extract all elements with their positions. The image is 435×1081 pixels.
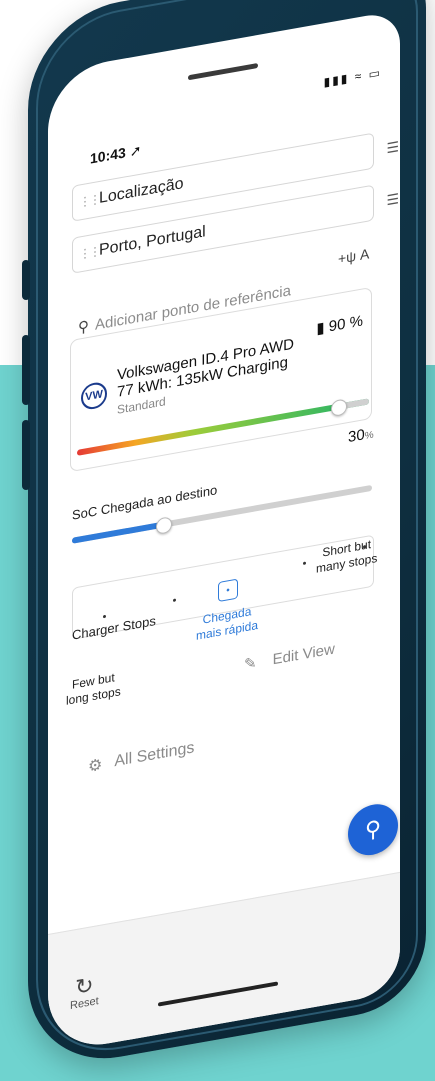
battery-level: ▮ 90 % [316, 312, 363, 338]
edit-view-label: Edit View [272, 639, 335, 668]
status-icons: ▮▮▮ ≈ ▭ [323, 65, 382, 90]
battery-icon: ▮ [316, 319, 325, 338]
plan-route-fab[interactable]: ⚲ [348, 800, 398, 860]
soc-slider-fill [72, 521, 162, 544]
tune-icon[interactable]: ☰ [386, 190, 399, 209]
status-time: 10:43 ➚ [90, 141, 142, 167]
add-food-stop-icon[interactable]: +ψ A [338, 245, 369, 267]
start-location-text: Localização [99, 175, 184, 208]
edit-view-button[interactable]: ✎ Edit View [244, 639, 335, 674]
few-long-stops-label: Few but long stops [66, 670, 121, 708]
route-pin-icon: ⚲ [364, 815, 382, 844]
soc-slider-thumb[interactable] [156, 516, 172, 535]
stop-option-1[interactable] [103, 614, 106, 619]
stop-option-4[interactable] [303, 561, 306, 566]
tune-icon[interactable]: ☰ [386, 138, 399, 157]
silent-switch [22, 260, 30, 300]
soc-value: 30% [348, 426, 374, 447]
vehicle-name: Volkswagen ID.4 Pro AWD 77 kWh: 135kW Ch… [117, 336, 294, 401]
add-location-pin-icon: ⚲ [78, 317, 89, 337]
gear-icon: ⚙ [88, 756, 103, 776]
reset-button[interactable]: ↻ Reset [70, 972, 99, 1012]
all-settings-button[interactable]: ⚙ All Settings [88, 738, 194, 777]
battery-slider-thumb[interactable] [331, 398, 347, 418]
all-settings-label: All Settings [114, 739, 195, 771]
vw-logo-icon: VW [81, 380, 107, 412]
drag-handle-icon[interactable]: ⋮⋮ [79, 244, 99, 262]
volume-down-button [22, 420, 30, 490]
destination-text: Porto, Portugal [99, 223, 206, 260]
pencil-icon: ✎ [244, 654, 257, 674]
app-screen: 10:43 ➚ ▮▮▮ ≈ ▭ ⋮⋮ Localização ☰ ⋮⋮ Port… [48, 9, 400, 1055]
volume-up-button [22, 335, 30, 405]
drag-handle-icon[interactable]: ⋮⋮ [79, 192, 99, 210]
notch [188, 62, 258, 81]
stop-option-2[interactable] [173, 598, 176, 602]
selected-stop-option[interactable]: • [218, 578, 238, 603]
